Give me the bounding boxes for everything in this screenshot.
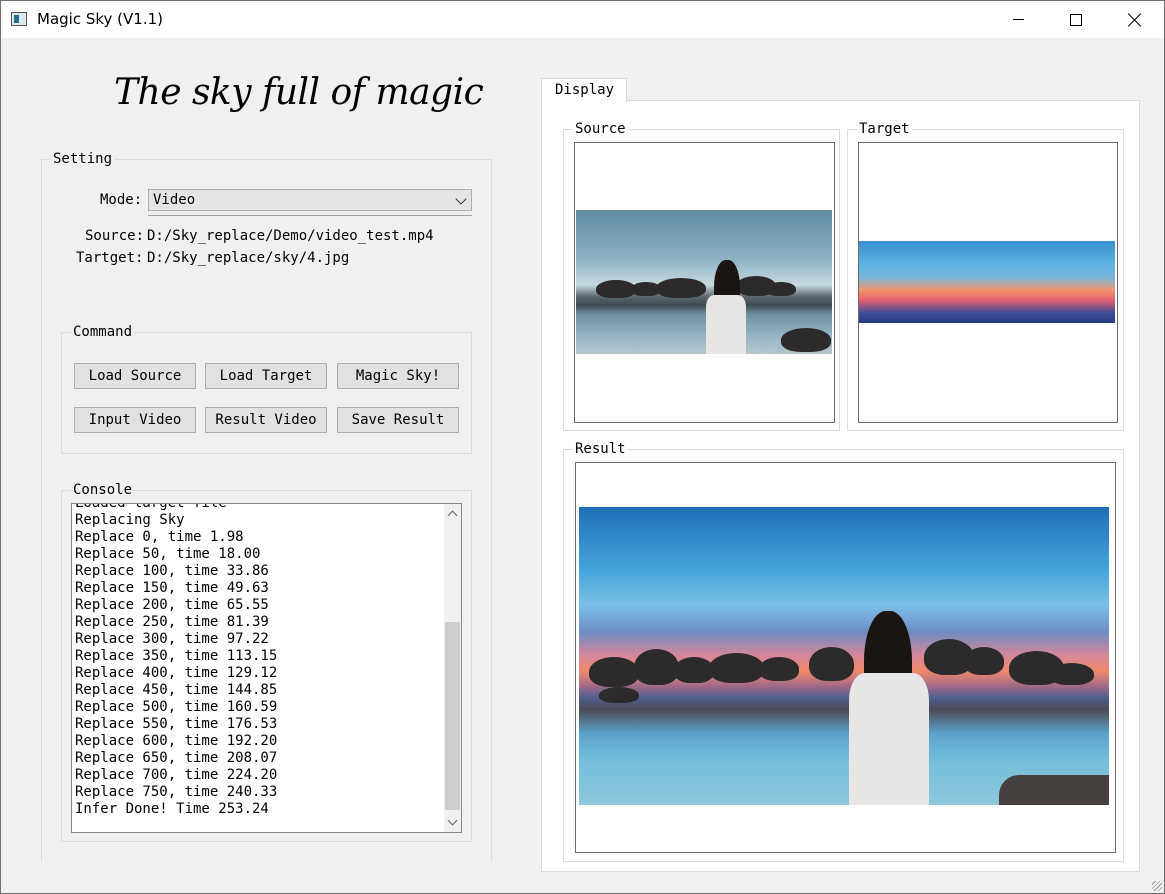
app-icon [11,12,27,26]
window-title: Magic Sky (V1.1) [37,10,163,28]
console-line: Replace 550, time 176.53 [75,716,278,732]
mode-label: Mode: [100,192,143,208]
load-source-button[interactable]: Load Source [74,363,196,389]
target-image [859,241,1115,323]
maximize-button[interactable] [1047,1,1105,38]
console-line: Replace 0, time 1.98 [75,529,244,545]
scroll-thumb[interactable] [445,622,460,810]
title-bar[interactable]: Magic Sky (V1.1) [0,0,1165,38]
console-line: Replacing Sky [75,512,185,528]
console-line: Replace 500, time 160.59 [75,699,278,715]
console-group-title: Console [71,482,135,498]
divider [148,215,472,216]
close-icon [1128,13,1142,27]
magic-sky-button[interactable]: Magic Sky! [337,363,459,389]
app-headline: The sky full of magic [114,72,484,113]
console-line: Replace 350, time 113.15 [75,648,278,664]
console-line: Loaded target file [75,503,227,511]
result-video-button[interactable]: Result Video [205,407,327,433]
minimize-icon [1012,19,1024,20]
console-line: Replace 600, time 192.20 [75,733,278,749]
scroll-down-button[interactable] [444,814,461,831]
console-line: Replace 400, time 129.12 [75,665,278,681]
console-line: Replace 150, time 49.63 [75,580,269,596]
console-line: Replace 100, time 33.86 [75,563,269,579]
input-video-button[interactable]: Input Video [74,407,196,433]
source-image [576,210,832,354]
console-line: Replace 750, time 240.33 [75,784,278,800]
result-image [579,507,1109,805]
load-target-button[interactable]: Load Target [205,363,327,389]
console-scrollbar[interactable] [444,504,461,832]
command-group-title: Command [71,324,135,340]
chevron-down-icon [447,815,458,826]
console-line: Infer Done! Time 253.24 [75,801,269,817]
resize-grip[interactable] [1152,881,1162,891]
result-group-title: Result [573,441,628,457]
chevron-up-icon [447,510,458,521]
maximize-icon [1070,13,1082,26]
source-group-title: Source [573,121,628,137]
console-line: Replace 250, time 81.39 [75,614,269,630]
source-label: Source: [85,228,145,244]
target-group-title: Target [857,121,912,137]
chevron-down-icon [455,193,467,205]
minimize-button[interactable] [989,1,1047,38]
console-line: Replace 50, time 18.00 [75,546,261,562]
console-line: Replace 200, time 65.55 [75,597,269,613]
console-line: Replace 300, time 97.22 [75,631,269,647]
mode-select[interactable]: Video [148,189,472,211]
command-group: Command [61,324,472,454]
target-path: D:/Sky_replace/sky/4.jpg [147,250,350,266]
scroll-up-button[interactable] [444,505,461,522]
save-result-button[interactable]: Save Result [337,407,459,433]
console-text: Loaded target file Replacing Sky Replace 0… [75,503,440,818]
console-output[interactable]: Loaded target file Replacing Sky Replace 0… [71,503,462,833]
console-line: Replace 650, time 208.07 [75,750,278,766]
source-path: D:/Sky_replace/Demo/video_test.mp4 [147,228,434,244]
tab-display[interactable]: Display [541,78,627,102]
mode-select-value: Video [153,192,196,208]
console-line: Replace 700, time 224.20 [75,767,278,783]
console-line: Replace 450, time 144.85 [75,682,278,698]
setting-group-title: Setting [51,151,115,167]
target-label: Tartget: [76,250,144,266]
close-button[interactable] [1106,1,1164,38]
